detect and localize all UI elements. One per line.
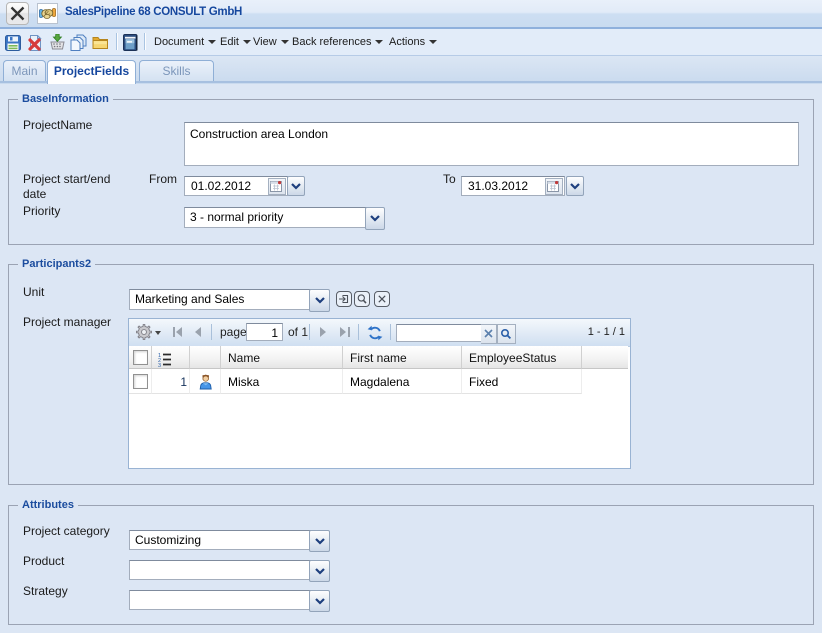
svg-text:3: 3 <box>158 363 161 368</box>
